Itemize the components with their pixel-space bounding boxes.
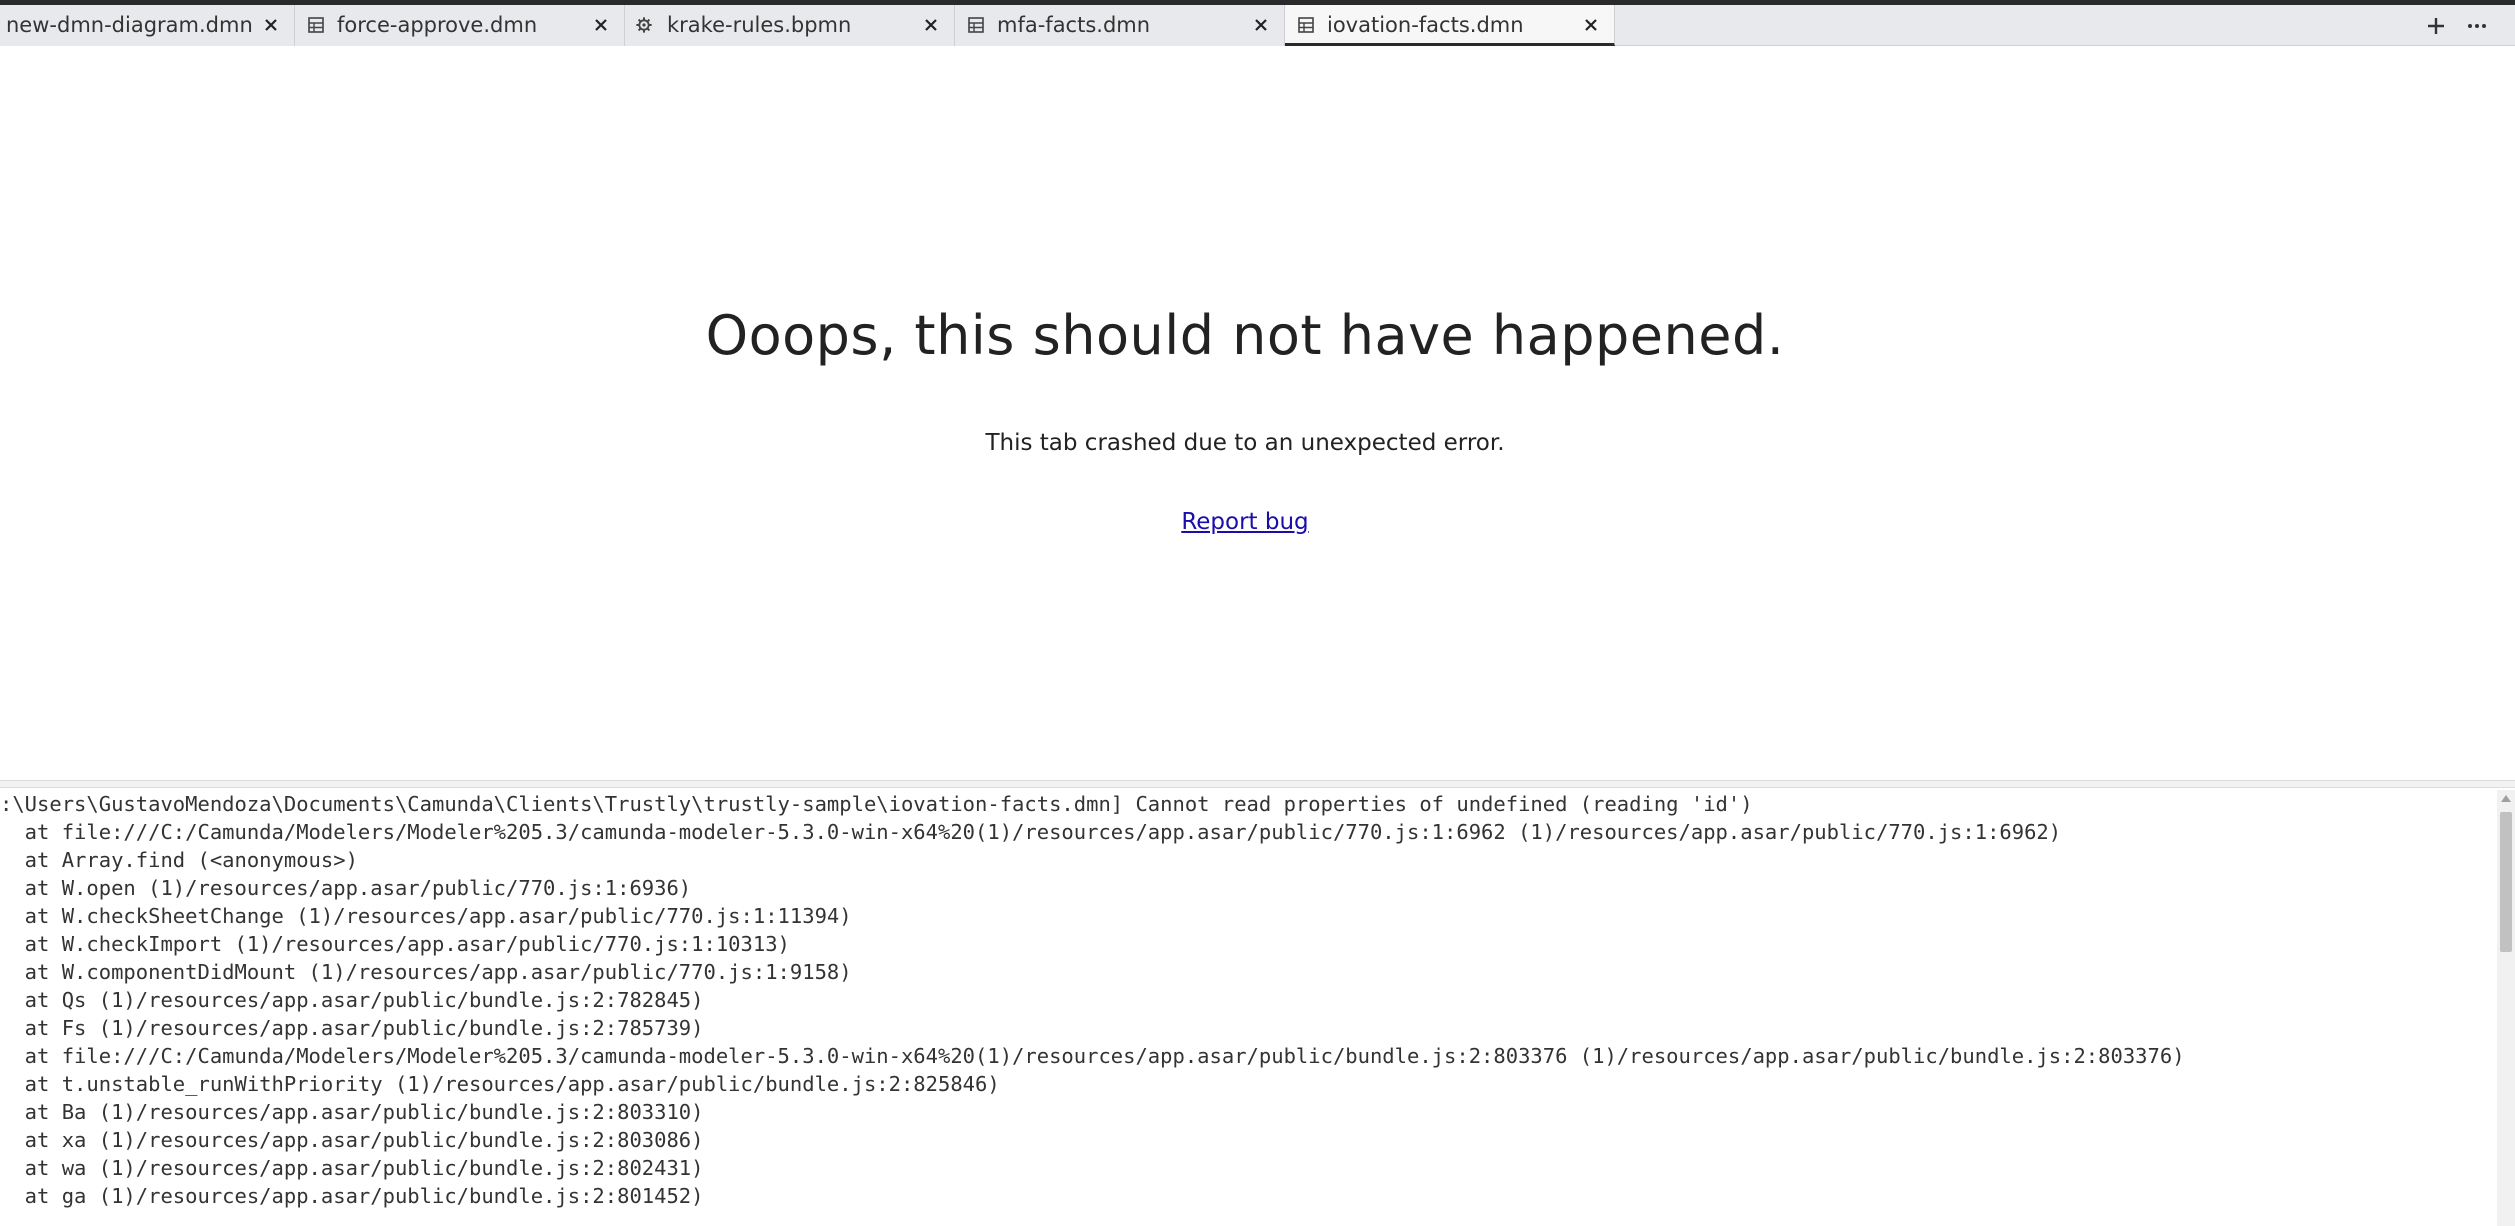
log-line: at Ba (1)/resources/app.asar/public/bund…: [0, 1100, 704, 1124]
log-line: at file:///C:/Camunda/Modelers/Modeler%2…: [0, 1044, 2185, 1068]
tab-new-dmn-diagram[interactable]: new-dmn-diagram.dmn: [0, 5, 295, 46]
tab-bar: new-dmn-diagram.dmn force-approve.dmn kr…: [0, 5, 2515, 46]
tab-label: krake-rules.bpmn: [667, 13, 852, 37]
close-icon[interactable]: [922, 16, 940, 34]
log-line: at xa (1)/resources/app.asar/public/bund…: [0, 1128, 704, 1152]
close-icon[interactable]: [1582, 16, 1600, 34]
tab-label: iovation-facts.dmn: [1327, 13, 1524, 37]
close-icon[interactable]: [1252, 16, 1270, 34]
tab-mfa-facts[interactable]: mfa-facts.dmn: [955, 5, 1285, 46]
log-line: at W.open (1)/resources/app.asar/public/…: [0, 876, 692, 900]
crash-message: This tab crashed due to an unexpected er…: [985, 430, 1505, 456]
log-scrollbar[interactable]: [2497, 790, 2515, 1226]
crash-panel: Ooops, this should not have happened. Th…: [0, 46, 2490, 780]
log-line: at ga (1)/resources/app.asar/public/bund…: [0, 1184, 704, 1208]
crash-title: Ooops, this should not have happened.: [705, 304, 1785, 367]
log-line: at file:///C:/Camunda/Modelers/Modeler%2…: [0, 820, 2062, 844]
close-icon[interactable]: [262, 16, 280, 34]
tab-label: force-approve.dmn: [337, 13, 538, 37]
dmn-table-icon: [968, 17, 984, 33]
report-bug-link[interactable]: Report bug: [1181, 509, 1308, 535]
error-log: :\Users\GustavoMendoza\Documents\Camunda…: [0, 790, 2497, 1226]
log-line: :\Users\GustavoMendoza\Documents\Camunda…: [0, 792, 1753, 816]
close-icon[interactable]: [592, 16, 610, 34]
log-line: at wa (1)/resources/app.asar/public/bund…: [0, 1156, 704, 1180]
log-line: at Array.find (<anonymous>): [0, 848, 358, 872]
plus-icon[interactable]: [2425, 15, 2447, 37]
tab-label: new-dmn-diagram.dmn: [6, 13, 253, 37]
tab-force-approve[interactable]: force-approve.dmn: [295, 5, 625, 46]
scrollbar-thumb[interactable]: [2500, 812, 2512, 952]
log-line: at W.checkSheetChange (1)/resources/app.…: [0, 904, 852, 928]
log-panel-divider[interactable]: [0, 780, 2515, 788]
log-line: at W.checkImport (1)/resources/app.asar/…: [0, 932, 790, 956]
gear-icon: [636, 17, 652, 33]
log-line: at Fs (1)/resources/app.asar/public/bund…: [0, 1016, 704, 1040]
dmn-table-icon: [308, 17, 324, 33]
log-line: at t.unstable_runWithPriority (1)/resour…: [0, 1072, 1000, 1096]
log-line: at Qs (1)/resources/app.asar/public/bund…: [0, 988, 704, 1012]
log-line: at W.componentDidMount (1)/resources/app…: [0, 960, 852, 984]
report-bug-container: Report bug: [0, 509, 2490, 535]
tab-label: mfa-facts.dmn: [997, 13, 1151, 37]
scroll-up-arrow-icon[interactable]: [2501, 795, 2511, 802]
dmn-table-icon: [1298, 17, 1314, 33]
tab-krake-rules[interactable]: krake-rules.bpmn: [625, 5, 955, 46]
ellipsis-icon[interactable]: [2466, 15, 2488, 37]
tab-iovation-facts[interactable]: iovation-facts.dmn: [1285, 5, 1615, 46]
